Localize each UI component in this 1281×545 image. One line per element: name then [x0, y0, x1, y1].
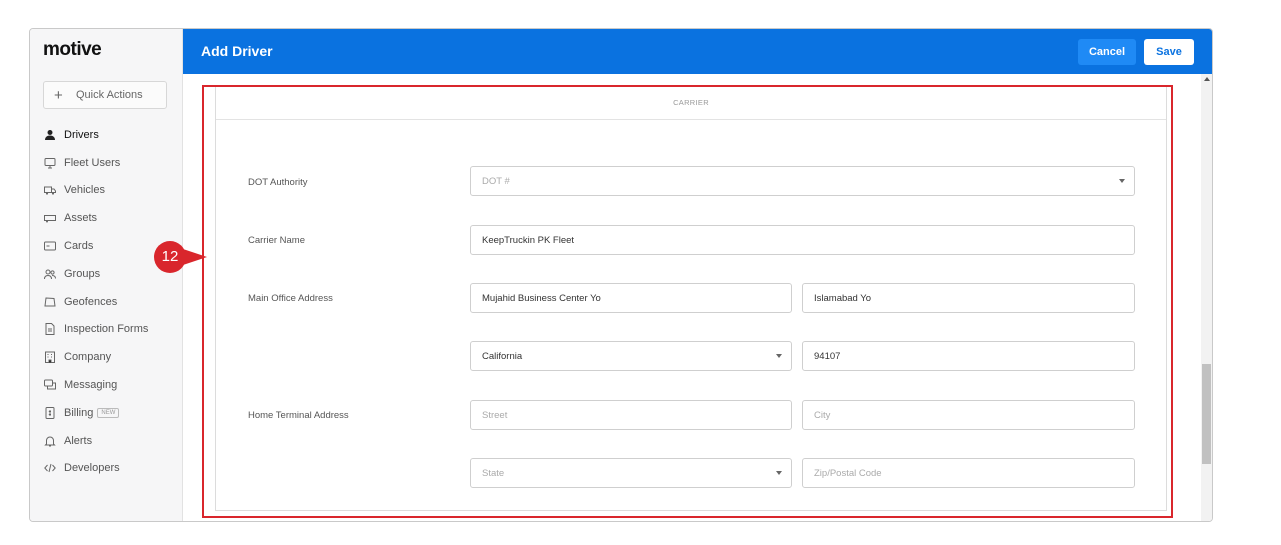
- sidebar-item-assets[interactable]: Assets: [30, 204, 182, 232]
- sidebar-item-label: Inspection Forms: [64, 323, 149, 336]
- page-header: Add Driver Cancel Save: [183, 29, 1212, 74]
- sidebar-item-developers[interactable]: Developers: [30, 455, 182, 483]
- sidebar-nav: Drivers Fleet Users Vehicles Assets Card…: [30, 121, 182, 482]
- sidebar-item-label: Assets: [64, 212, 98, 225]
- sidebar-item-label: Fleet Users: [64, 156, 121, 169]
- scrollbar[interactable]: [1201, 74, 1212, 521]
- sidebar-item-label: Vehicles: [64, 184, 105, 197]
- sidebar-item-label: Company: [64, 351, 112, 364]
- sidebar-item-label: Groups: [64, 267, 101, 280]
- monitor-icon: [43, 157, 56, 169]
- plus-icon: +: [54, 86, 63, 104]
- code-icon: [43, 462, 56, 474]
- sidebar-item-billing[interactable]: Billing NEW: [30, 399, 182, 427]
- scrollbar-thumb[interactable]: [1202, 364, 1211, 464]
- step-number-badge: 12: [154, 241, 186, 273]
- quick-actions-button[interactable]: + Quick Actions: [43, 81, 167, 109]
- sidebar-item-label: Drivers: [64, 128, 99, 141]
- trailer-icon: [43, 212, 56, 224]
- card-icon: [43, 240, 56, 252]
- document-icon: [43, 323, 56, 336]
- page-title: Add Driver: [201, 43, 273, 59]
- sidebar-item-geofences[interactable]: Geofences: [30, 288, 182, 316]
- new-badge: NEW: [97, 407, 120, 418]
- person-icon: [43, 129, 56, 141]
- cancel-button[interactable]: Cancel: [1078, 39, 1136, 65]
- sidebar-item-label: Developers: [64, 462, 120, 475]
- truck-icon: [43, 184, 56, 196]
- sidebar-item-label: Alerts: [64, 434, 93, 447]
- sidebar-item-label: Geofences: [64, 295, 118, 308]
- save-button[interactable]: Save: [1144, 39, 1194, 65]
- logo[interactable]: motive: [43, 39, 102, 61]
- step-pointer-icon: [183, 249, 207, 265]
- groups-icon: [43, 268, 56, 280]
- sidebar-item-company[interactable]: Company: [30, 343, 182, 371]
- sidebar: motive + Quick Actions Drivers Fleet Use…: [30, 29, 183, 521]
- building-icon: [43, 351, 56, 364]
- sidebar-item-label: Cards: [64, 240, 94, 253]
- sidebar-item-label: Messaging: [64, 379, 118, 392]
- sidebar-item-alerts[interactable]: Alerts: [30, 427, 182, 455]
- chat-icon: [43, 379, 56, 391]
- billing-icon: [43, 406, 56, 419]
- sidebar-item-vehicles[interactable]: Vehicles: [30, 177, 182, 205]
- sidebar-item-fleet-users[interactable]: Fleet Users: [30, 149, 182, 177]
- sidebar-item-messaging[interactable]: Messaging: [30, 371, 182, 399]
- geofence-icon: [43, 296, 56, 308]
- quick-actions-label: Quick Actions: [76, 89, 143, 101]
- sidebar-item-inspection-forms[interactable]: Inspection Forms: [30, 316, 182, 344]
- sidebar-item-drivers[interactable]: Drivers: [30, 121, 182, 149]
- bell-icon: [43, 435, 56, 447]
- highlight-box: [202, 85, 1173, 518]
- scroll-up-arrow-icon[interactable]: [1204, 77, 1210, 81]
- sidebar-item-label: Billing: [64, 406, 94, 419]
